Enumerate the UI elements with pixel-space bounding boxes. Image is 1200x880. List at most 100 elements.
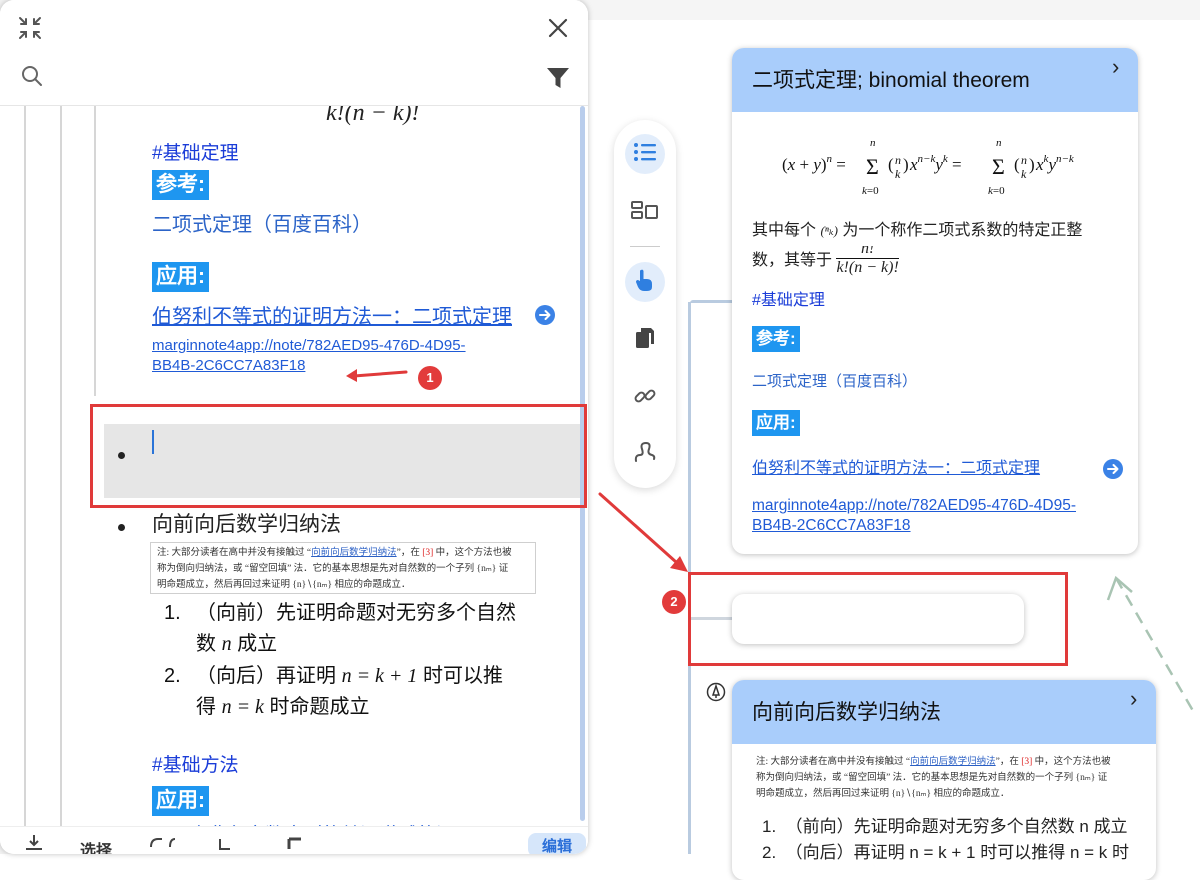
math-var: n [221,633,232,655]
card-tag[interactable]: #基础定理 [752,286,825,310]
description-line: 数，其等于 n! k!(n − k)! [752,246,1122,280]
list-line: （向后）再证明 n = k + 1 时可以推 [196,661,503,692]
description-text: 数，其等于 [752,252,837,269]
list-text: 时可以推 [417,665,503,687]
list-text: 得 [196,696,222,718]
card-reference-link[interactable]: 二项式定理（百度百科） [752,370,917,391]
row-bullet [118,524,125,531]
list-text: 数 [196,633,222,655]
excerpt-text: 称为倒向归纳法，或 “留空回填” 法．它的基本思想是先对自然数的一个子列 {nₘ… [157,564,509,574]
annotation-arrow-2 [598,492,690,579]
svg-text:): ) [903,155,909,174]
application-label: 应用: [152,262,209,292]
svg-text:k=0: k=0 [988,185,1005,197]
layout-tool[interactable] [625,192,665,232]
expand-chevron-icon[interactable]: › [1112,54,1119,80]
svg-text:n: n [895,153,901,167]
svg-text:(x + y)n =: (x + y)n = [782,153,846,174]
select-button[interactable]: 选择 [80,837,112,854]
pointer-tool[interactable] [625,262,665,302]
download-icon[interactable] [24,835,44,854]
card-header: 二项式定理; binomial theorem [732,48,1138,112]
reference-link[interactable]: 二项式定理（百度百科） [152,208,372,237]
note-url[interactable]: marginnote4app://note/782AED95-476D-4D95… [152,336,466,376]
svg-text:xkyn−k: xkyn−k [1035,153,1075,174]
excerpt-text: 称为倒向归纳法，或 “留空回填” 法．它的基本思想是先对自然数的一个子列 {nₘ… [756,773,1108,783]
expand-chevron-icon[interactable]: › [1130,686,1137,712]
edit-button[interactable]: 编辑 [528,833,586,854]
excerpt-citation: [3] [422,548,434,558]
mindmap-connector [690,300,734,303]
math-expr: n = k + 1 [341,665,418,687]
bottom-bar: 选择 编辑 [0,826,588,854]
card-url-line2: BB4B-2C6CC7A83F18 [752,517,911,534]
card-list-item: 2. （向后）再证明 n = k + 1 时可以推得 n = k 时 [762,843,1130,862]
description-text: 为一个称作二项式系数的特定正整 [837,222,1083,239]
annotation-arrow-1 [344,366,408,387]
excerpt-image[interactable]: 注: 大部分读者在高中并没有接触过 “向前向后数学归纳法”，在 [3] 中，这个… [150,542,536,594]
search-icon[interactable] [20,64,44,88]
list-line: 得 n = k 时命题成立 [196,692,503,723]
svg-text:Σ: Σ [992,154,1005,179]
svg-text:n: n [1021,153,1027,167]
excerpt-text: 注: 大部分读者在高中并没有接触过 “ [157,548,312,558]
svg-text:(: ( [888,155,894,174]
list-item-forward: （向前）先证明命题对无穷多个自然 数 n 成立 [196,598,516,660]
panel-header [0,0,588,106]
toolbar-divider [630,246,660,247]
formula-partial: k!(n − k)! [326,106,420,126]
annotation-box-2 [688,572,1068,666]
excerpt-text: 明命题成立，然后再回过来证明 {n}∖{nₘ} 相应的命题成立． [756,789,1010,799]
indent-icon[interactable] [216,835,238,854]
outline-view-tool[interactable] [625,134,665,174]
mindmap-card-binomial[interactable]: 二项式定理; binomial theorem › (x + y)n = n Σ… [732,48,1138,554]
pen-icon[interactable] [706,682,726,707]
documents-icon [634,326,656,355]
note-url-line1: marginnote4app://note/782AED95-476D-4D95… [152,337,466,354]
excerpt-citation: [3] [1021,757,1033,767]
fraction-numerator: n! [860,246,875,257]
item-title-induction[interactable]: 向前向后数学归纳法 [152,508,341,538]
collapse-icon[interactable] [16,14,44,42]
list-text: 时命题成立 [263,696,370,718]
description-text: 其中每个 [752,222,821,239]
excerpt-text: ”，在 [396,548,423,558]
format-icon[interactable] [286,835,304,854]
excerpt-text: 中，这个方法也被 [1032,757,1111,767]
application-link[interactable]: 伯努利不等式的证明方法一：二项式定理 [152,300,512,329]
close-icon[interactable] [544,14,572,42]
go-arrow-icon[interactable] [534,304,556,331]
link-tool[interactable] [625,378,665,418]
reference-label: 参考: [152,170,209,200]
excerpt-text: 明命题成立，然后再回过来证明 {n}∖{nₘ} 相应的命题成立． [157,580,411,590]
excerpt-highlight: 向前向后数学归纳法 [910,757,996,767]
card-application-link[interactable]: 伯努利不等式的证明方法一：二项式定理 [752,454,1040,478]
documents-tool[interactable] [625,320,665,360]
tag-basic-theorem[interactable]: #基础定理 [152,138,239,165]
binom-coefficient: (ⁿₖ) [820,223,838,238]
card-header: 向前向后数学归纳法 [732,680,1156,744]
indent-guide [60,106,62,826]
excerpt-text: 注: 大部分读者在高中并没有接触过 “ [756,757,911,767]
fraction-denominator: k!(n − k)! [836,258,899,276]
cycle-icon[interactable] [148,835,178,854]
card-excerpt-image[interactable]: 注: 大部分读者在高中并没有接触过 “向前向后数学归纳法”，在 [3] 中，这个… [750,752,1142,806]
list-text: 成立 [231,633,278,655]
card-url-line1: marginnote4app://note/782AED95-476D-4D95… [752,497,1076,514]
card-go-arrow-icon[interactable] [1102,458,1124,485]
handwriting-tool[interactable] [625,434,665,474]
annotation-badge-1: 1 [418,366,442,390]
card-note-url[interactable]: marginnote4app://note/782AED95-476D-4D95… [752,496,1076,536]
list-number: 2. [164,665,181,687]
excerpt-text: 中，这个方法也被 [433,548,512,558]
indent-guide [24,106,26,826]
excerpt-highlight: 向前向后数学归纳法 [311,548,397,558]
link-icon [633,384,657,413]
svg-text:): ) [1029,155,1035,174]
tag-basic-method[interactable]: #基础方法 [152,750,239,777]
svg-text:Σ: Σ [866,154,879,179]
filter-icon[interactable] [544,64,572,92]
card-list-item: 1. （前向）先证明命题对无穷多个自然数 n 成立 [762,817,1128,836]
layout-icon [631,200,659,225]
mindmap-card-induction[interactable]: 向前向后数学归纳法 › 注: 大部分读者在高中并没有接触过 “向前向后数学归纳法… [732,680,1156,880]
